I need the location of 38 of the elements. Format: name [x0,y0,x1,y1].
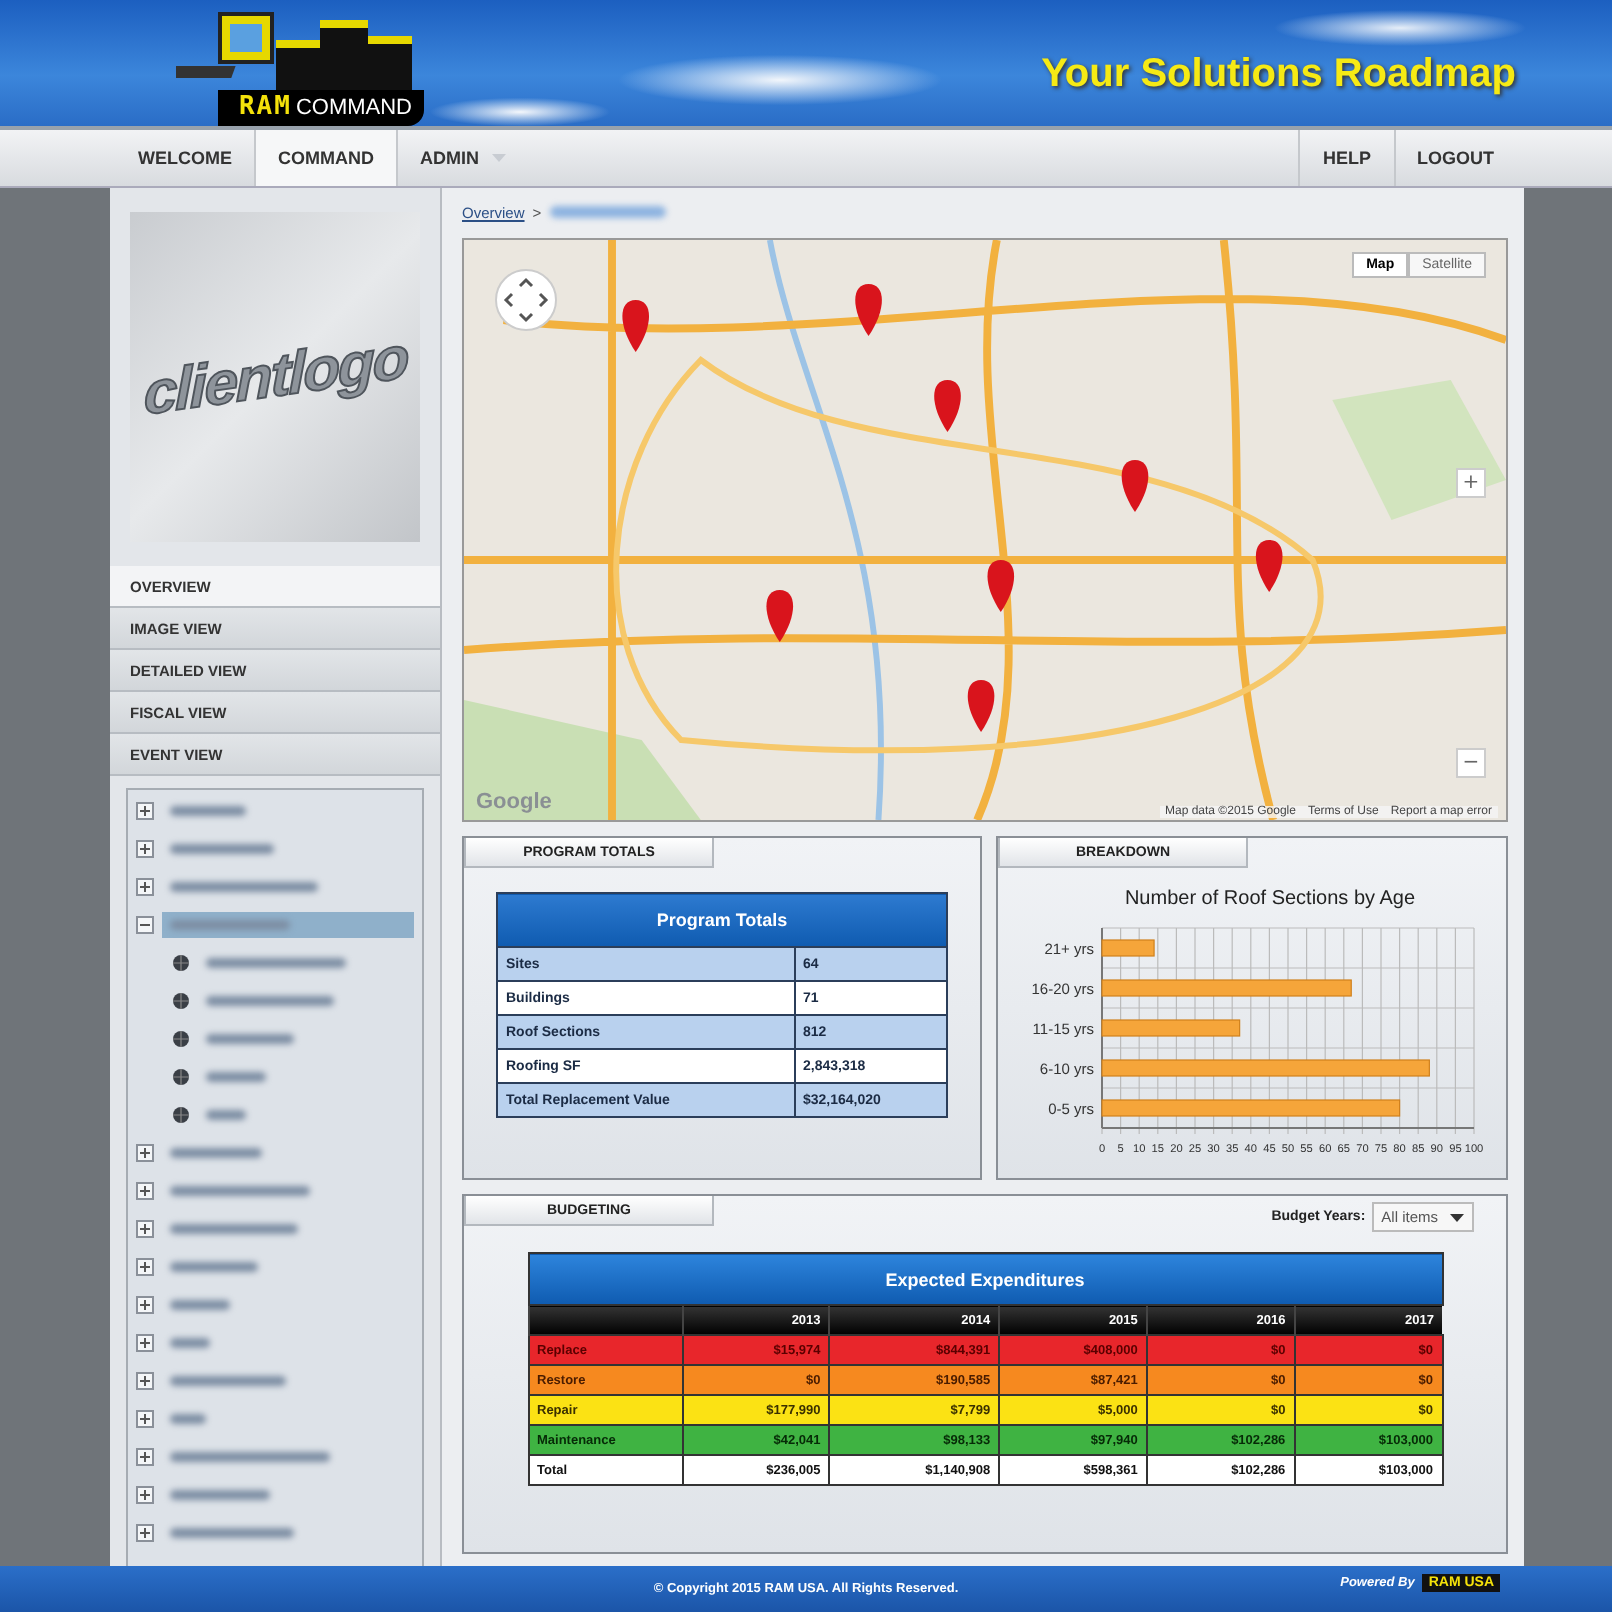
expand-icon[interactable] [136,1486,154,1504]
globe-icon [172,1068,190,1086]
expand-icon[interactable] [136,1182,154,1200]
nav-tab[interactable]: ADMIN [398,130,527,186]
blurred-text [549,206,666,218]
globe-icon [172,954,190,972]
expand-icon[interactable] [136,1144,154,1162]
expand-icon[interactable] [136,802,154,820]
chart-title: Number of Roof Sections by Age [1124,888,1416,910]
globe-icon [172,992,190,1010]
table-title: Program Totals [497,893,947,947]
globe-icon [172,1106,190,1124]
globe-icon [172,1030,190,1048]
site-title: Your Solutions Roadmap [1041,52,1516,98]
expand-icon[interactable] [136,1334,154,1352]
expand-icon[interactable] [136,840,154,858]
expand-icon[interactable] [136,1448,154,1466]
expand-icon[interactable] [136,1258,154,1276]
zoom-in-button[interactable]: + [1456,468,1486,498]
collapse-icon[interactable] [136,916,154,934]
logo-text: RAM [238,92,292,122]
expand-icon[interactable] [136,878,154,896]
nav-link[interactable]: HELP [1298,130,1393,186]
table-title: Expected Expenditures [528,1253,1442,1305]
zoom-out-button[interactable]: − [1456,748,1486,778]
expand-icon[interactable] [136,1220,154,1238]
expand-icon[interactable] [136,1296,154,1314]
nav-link[interactable]: LOGOUT [1393,130,1516,186]
caret-icon [1450,1213,1464,1221]
expand-icon[interactable] [136,1524,154,1542]
expand-icon[interactable] [136,1372,154,1390]
expand-icon[interactable] [136,1410,154,1428]
nav-tab[interactable]: COMMAND [254,130,398,186]
logo-text: COMMAND [295,96,412,120]
logo-text: clientlogo [143,324,407,430]
pan-control-icon[interactable] [494,268,558,332]
nav-tab[interactable]: WELCOME [116,130,254,186]
map-logo: Google [476,790,552,814]
